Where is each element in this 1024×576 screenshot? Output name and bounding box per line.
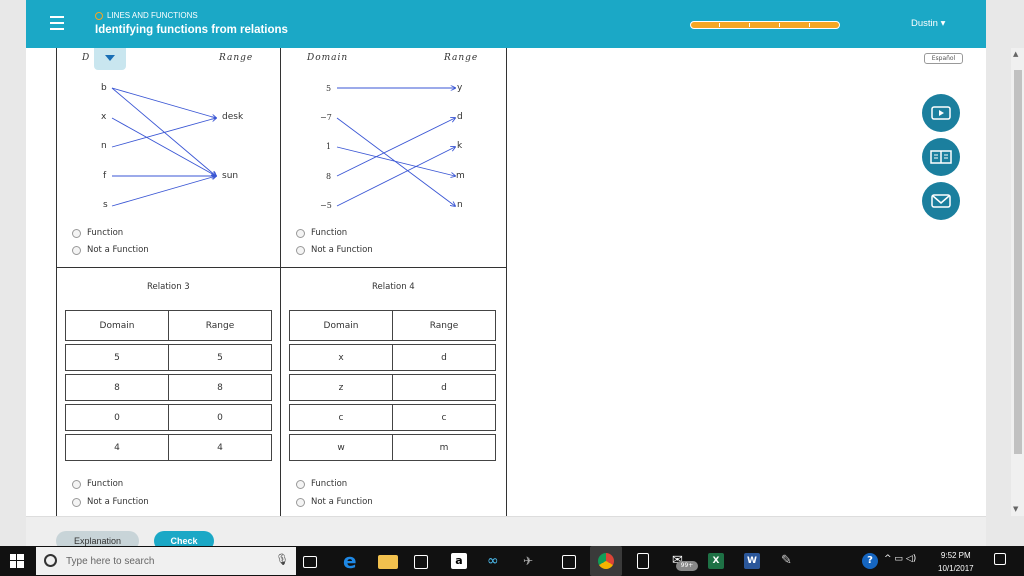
amazon-icon[interactable]: a [451, 553, 467, 569]
mapping2-domain-header: Domain [307, 53, 349, 63]
radio-button[interactable] [72, 479, 81, 489]
table-header: Range [392, 310, 496, 341]
table-cell: x [289, 344, 393, 371]
radio-button[interactable] [296, 228, 305, 238]
notification-badge: 99+ [676, 561, 698, 571]
chrome-icon[interactable] [598, 553, 614, 569]
relation4-not-function-option[interactable]: Not a Function [296, 497, 373, 507]
mapping1-arrow [111, 117, 216, 176]
radio-button[interactable] [296, 497, 305, 507]
table-cell: d [392, 344, 496, 371]
table-cell: m [392, 434, 496, 461]
table-cell: 0 [168, 404, 272, 431]
table-cell: c [392, 404, 496, 431]
message-button[interactable] [922, 182, 960, 220]
mapping1-arrow [111, 118, 216, 148]
table-header: Domain [65, 310, 169, 341]
table-header: Range [168, 310, 272, 341]
mapping2-domain-item: −5 [320, 201, 332, 210]
word-icon[interactable]: W [744, 553, 760, 569]
help-icon[interactable]: ? [862, 553, 878, 569]
system-tray-icons[interactable]: ^ ▭ ◁) [884, 554, 916, 564]
relation2-not-function-option[interactable]: Not a Function [296, 245, 373, 255]
radio-button[interactable] [296, 245, 305, 255]
mapping2-arrow [336, 118, 455, 177]
mapping1-arrow [111, 176, 216, 207]
mapping2-range-item: k [457, 141, 463, 151]
mapping2-arrow [336, 117, 455, 206]
task-view-icon[interactable] [303, 556, 317, 568]
mapping2-domain-item: 1 [326, 142, 332, 151]
calculator-icon[interactable] [637, 553, 649, 569]
mapping2-domain-item: 5 [326, 84, 332, 93]
mapping2-range-header: Range [444, 53, 479, 63]
video-button[interactable] [922, 94, 960, 132]
table-cell: c [289, 404, 393, 431]
radio-button[interactable] [72, 245, 81, 255]
mapping2-range-item: n [457, 200, 463, 210]
relation3-title: Relation 3 [147, 282, 190, 292]
espanol-button[interactable]: Español [924, 53, 963, 64]
relation3-table: Domain Range 55 88 00 44 [65, 310, 272, 461]
relation3-not-function-option[interactable]: Not a Function [72, 497, 149, 507]
radio-button[interactable] [296, 479, 305, 489]
store-icon[interactable] [414, 555, 428, 569]
radio-button[interactable] [72, 497, 81, 507]
mapping2-arrow [336, 147, 455, 207]
table-header: Domain [289, 310, 393, 341]
mapping2-range-item: y [457, 83, 463, 93]
ebook-button[interactable] [922, 138, 960, 176]
table-cell: 4 [65, 434, 169, 461]
mapping2-domain-item: −7 [320, 113, 332, 122]
table-cell: 4 [168, 434, 272, 461]
paint-icon[interactable]: ✎ [781, 551, 801, 571]
windows-start-icon[interactable] [10, 554, 24, 568]
edge-icon[interactable]: e [343, 551, 363, 571]
file-explorer-icon[interactable] [378, 555, 398, 569]
clock-time: 9:52 PM [940, 551, 971, 560]
taskbar-search-placeholder: Type here to search [66, 556, 155, 567]
relation4-function-option[interactable]: Function [296, 479, 347, 489]
mapping2-arrow [336, 146, 455, 176]
clock-date: 10/1/2017 [938, 564, 974, 573]
taskbar-clock[interactable]: 9:52 PM 10/1/2017 [938, 549, 974, 575]
relation2-function-option[interactable]: Function [296, 228, 347, 238]
excel-icon[interactable]: X [708, 553, 724, 569]
table-cell: z [289, 374, 393, 401]
video-icon [931, 106, 951, 120]
microphone-icon[interactable]: 🎙 [275, 553, 289, 566]
app-icon[interactable]: ✈ [523, 551, 543, 571]
relation4-table: Domain Range xd zd cc wm [289, 310, 496, 461]
mail-icon [931, 194, 951, 208]
radio-button[interactable] [72, 228, 81, 238]
mapping1-arrow [111, 87, 216, 118]
relation1-function-option[interactable]: Function [72, 228, 123, 238]
relation4-title: Relation 4 [372, 282, 415, 292]
book-icon [930, 150, 952, 164]
mapping2-range-item: m [456, 171, 465, 181]
calendar-icon[interactable] [562, 555, 576, 569]
table-cell: 8 [168, 374, 272, 401]
action-center-icon[interactable] [994, 553, 1006, 565]
mapping2-range-item: d [457, 112, 463, 122]
table-cell: 5 [168, 344, 272, 371]
table-cell: 8 [65, 374, 169, 401]
relation1-not-function-option[interactable]: Not a Function [72, 245, 149, 255]
table-cell: d [392, 374, 496, 401]
mapping1-arrow [111, 87, 216, 176]
relation3-function-option[interactable]: Function [72, 479, 123, 489]
table-cell: w [289, 434, 393, 461]
infinity-icon[interactable]: ∞ [487, 551, 507, 571]
cortana-icon [44, 554, 57, 567]
table-cell: 5 [65, 344, 169, 371]
table-cell: 0 [65, 404, 169, 431]
mapping2-domain-item: 8 [326, 172, 332, 181]
